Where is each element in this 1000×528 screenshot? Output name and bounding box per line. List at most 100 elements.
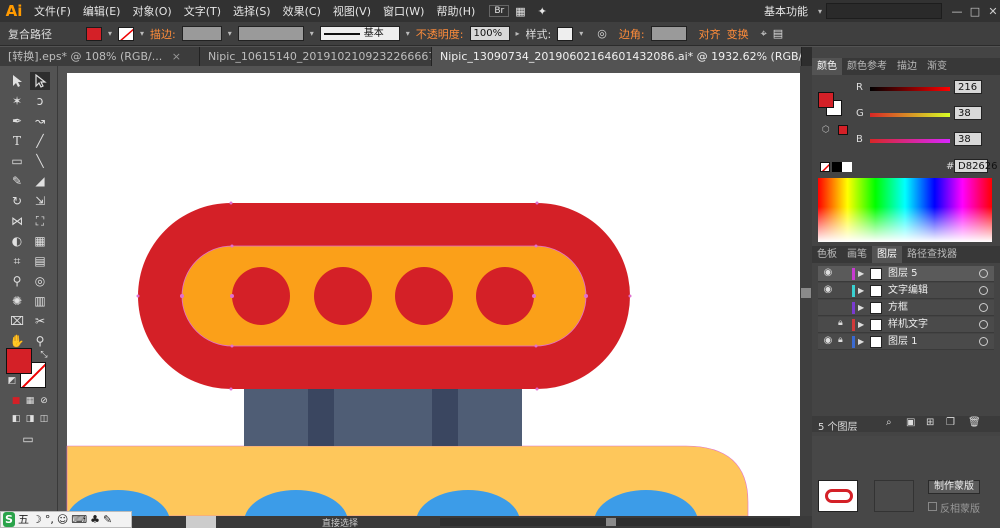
ime-mode-button[interactable]: 五 — [18, 512, 29, 527]
tab-color-guide[interactable]: 颜色参考 — [842, 58, 892, 75]
red-dot-3[interactable] — [395, 267, 453, 325]
tab-color[interactable]: 颜色 — [812, 58, 842, 75]
layer-row[interactable]: ▶ 方框 — [818, 300, 994, 316]
ime-logo-icon[interactable]: S — [3, 512, 15, 527]
column-graph-tool-icon[interactable]: ▥ — [30, 292, 50, 310]
tab-document-2[interactable]: Nipic_10615140_20191021092322666676.ai* … — [200, 47, 432, 66]
menu-type[interactable]: 文字(T) — [178, 3, 227, 19]
expand-arrow-icon[interactable]: ▶ — [858, 284, 864, 298]
make-clipping-mask-icon[interactable]: ▣ — [906, 417, 915, 428]
new-sublayer-icon[interactable]: ⊞ — [926, 417, 934, 428]
expand-arrow-icon[interactable]: ▶ — [858, 318, 864, 332]
red-dot-1[interactable] — [232, 267, 290, 325]
opacity-label[interactable]: 不透明度: — [416, 26, 464, 42]
menu-help[interactable]: 帮助(H) — [430, 3, 481, 19]
help-search-input[interactable] — [826, 3, 942, 19]
gpu-icon[interactable]: ✦ — [532, 5, 553, 18]
artboard-tool-icon[interactable]: ⌧ — [7, 312, 27, 330]
mesh-tool-icon[interactable]: ⌗ — [7, 252, 27, 270]
expand-arrow-icon[interactable]: ▶ — [858, 267, 864, 281]
tab-document-3[interactable]: Nipic_13090734_20190602164601432086.ai* … — [432, 47, 802, 66]
menu-effect[interactable]: 效果(C) — [277, 3, 327, 19]
canvas-area[interactable] — [58, 66, 800, 516]
layer-name[interactable]: 图层 1 — [888, 335, 918, 349]
hex-value-field[interactable]: D82626 — [954, 159, 998, 173]
ime-width-icon[interactable]: ☽ — [32, 512, 42, 527]
menu-file[interactable]: 文件(F) — [28, 3, 77, 19]
lasso-tool-icon[interactable]: ↄ — [30, 92, 50, 110]
target-icon[interactable] — [979, 269, 988, 278]
tab-swatches[interactable]: 色板 — [812, 246, 842, 263]
stroke-swatch[interactable] — [118, 26, 135, 41]
ime-tools-icon[interactable]: ✎ — [103, 512, 112, 527]
artwork[interactable] — [58, 66, 800, 516]
eye-icon[interactable]: ◉ — [821, 267, 835, 281]
symbol-sprayer-tool-icon[interactable]: ✺ — [7, 292, 27, 310]
stroke-dropdown-icon[interactable]: ▾ — [140, 29, 144, 38]
brush-definition-field[interactable]: 基本 — [319, 26, 400, 41]
locate-object-icon[interactable]: ⌕ — [886, 417, 892, 428]
layer-row[interactable]: 🔒︎ ▶ 样机文字 — [818, 317, 994, 333]
target-icon[interactable] — [979, 320, 988, 329]
navy-stripe-2[interactable] — [432, 384, 458, 446]
free-transform-tool-icon[interactable]: ⛶ — [30, 212, 50, 230]
b-slider[interactable] — [870, 139, 950, 143]
target-icon[interactable] — [979, 286, 988, 295]
target-icon[interactable] — [979, 337, 988, 346]
navy-stripe-1[interactable] — [308, 384, 334, 446]
layer-name[interactable]: 文字编辑 — [888, 284, 928, 298]
menu-select[interactable]: 选择(S) — [227, 3, 277, 19]
default-fill-stroke-icon[interactable]: ◩ — [2, 372, 22, 390]
bridge-icon[interactable]: Br — [489, 5, 510, 17]
eyedropper-tool-icon[interactable]: ⚲ — [7, 272, 27, 290]
panel-fill-swatch[interactable] — [818, 92, 834, 108]
eraser-tool-icon[interactable]: ◢ — [30, 172, 50, 190]
new-layer-icon[interactable]: ❐ — [946, 417, 955, 428]
layer-row[interactable]: ◉ 🔒︎ ▶ 图层 1 — [818, 334, 994, 350]
arrange-documents-icon[interactable]: ▦ — [509, 5, 531, 18]
menu-edit[interactable]: 编辑(E) — [77, 3, 127, 19]
selection-tool-icon[interactable] — [7, 72, 27, 90]
layer-name[interactable]: 样机文字 — [888, 318, 928, 332]
line-tool-icon[interactable]: ╱ — [30, 132, 50, 150]
workspace-switcher[interactable]: 基本功能 — [758, 3, 814, 19]
pen-tool-icon[interactable]: ✒ — [7, 112, 27, 130]
brush-dropdown-icon[interactable]: ▾ — [406, 29, 410, 38]
fill-color-box[interactable] — [6, 348, 32, 374]
corner-field[interactable] — [650, 26, 687, 41]
expand-arrow-icon[interactable]: ▶ — [858, 335, 864, 349]
stroke-weight-label[interactable]: 描边: — [150, 26, 176, 42]
align-link[interactable]: 对齐 — [699, 26, 721, 42]
rotate-tool-icon[interactable]: ↻ — [7, 192, 27, 210]
style-dropdown-icon[interactable]: ▾ — [579, 29, 583, 38]
tab-gradient[interactable]: 渐变 — [922, 58, 952, 75]
eye-icon[interactable]: ◉ — [821, 284, 835, 298]
white-swatch[interactable] — [842, 162, 852, 172]
stroke-weight-field[interactable] — [181, 26, 222, 41]
lock-icon[interactable]: 🔒︎ — [838, 318, 850, 332]
swap-fill-stroke-icon[interactable]: ⤡ — [34, 346, 54, 364]
isolate-icon[interactable]: ⌖ — [761, 27, 767, 41]
screen-mode-icon[interactable]: ▭ — [18, 430, 38, 448]
layer-row[interactable]: ◉ ▶ 图层 5 — [818, 266, 994, 282]
close-window-button[interactable]: ✕ — [986, 5, 1000, 18]
layer-row[interactable]: ◉ ▶ 文字编辑 — [818, 283, 994, 299]
eye-icon[interactable]: ◉ — [821, 335, 835, 349]
vertical-scroll-thumb[interactable] — [801, 288, 811, 298]
invert-mask-checkbox[interactable] — [928, 502, 937, 511]
lock-icon[interactable]: 🔒︎ — [838, 335, 850, 349]
make-mask-button[interactable]: 制作蒙版 — [928, 480, 980, 494]
red-dot-2[interactable] — [314, 267, 372, 325]
scale-tool-icon[interactable]: ⇲ — [30, 192, 50, 210]
width-tool-icon[interactable]: ⋈ — [7, 212, 27, 230]
perspective-grid-tool-icon[interactable]: ▦ — [30, 232, 50, 250]
opacity-dropdown-icon[interactable]: ▸ — [516, 29, 520, 38]
tab-document-1[interactable]: [转换].eps* @ 108% (RGB/... × — [0, 47, 200, 66]
navy-column[interactable] — [244, 384, 522, 446]
ime-punctuation-icon[interactable]: °, — [45, 512, 54, 527]
tab-brushes[interactable]: 画笔 — [842, 246, 872, 263]
fill-swatch[interactable] — [86, 26, 102, 41]
none-color-swatch[interactable] — [820, 162, 830, 172]
direct-selection-tool-icon[interactable] — [30, 72, 50, 90]
target-icon[interactable] — [979, 303, 988, 312]
